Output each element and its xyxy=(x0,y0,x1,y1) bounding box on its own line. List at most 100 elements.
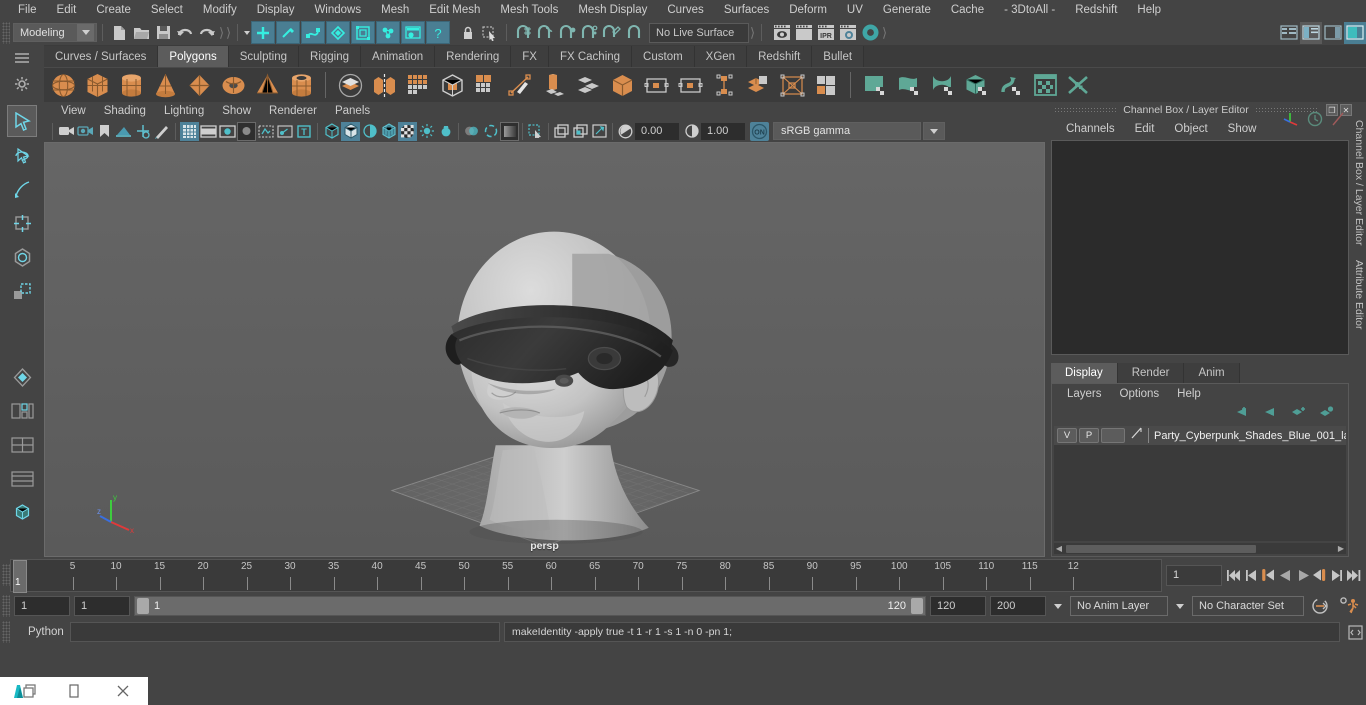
texture-icon[interactable] xyxy=(398,122,417,141)
channel-box-menu-channels[interactable]: Channels xyxy=(1056,118,1125,140)
shelf-tab-bullet[interactable]: Bullet xyxy=(812,46,864,67)
film-gate-icon[interactable] xyxy=(199,122,218,141)
layer-tab-render[interactable]: Render xyxy=(1118,363,1185,383)
quad-draw-icon[interactable] xyxy=(537,68,571,102)
layer-list-scrollbar[interactable]: ◀ ▶ xyxy=(1054,543,1346,554)
viewport-menu-renderer[interactable]: Renderer xyxy=(260,102,326,120)
poly-sphere-icon[interactable] xyxy=(46,68,80,102)
anim-layer-selector[interactable]: No Anim Layer xyxy=(1070,596,1168,616)
collapse-handle-2[interactable]: ⟩ xyxy=(225,24,232,42)
extrude-icon[interactable] xyxy=(571,68,605,102)
menu-help[interactable]: Help xyxy=(1127,0,1171,20)
go-to-end-icon[interactable] xyxy=(1345,565,1362,585)
move-layer-down-icon[interactable] xyxy=(1262,405,1278,423)
scroll-left-icon[interactable]: ◀ xyxy=(1054,544,1064,554)
sculpt-cube-icon[interactable] xyxy=(960,68,994,102)
new-layer-from-selected-icon[interactable] xyxy=(1318,405,1334,423)
maya-app-icon[interactable] xyxy=(0,677,49,705)
channel-box-content[interactable] xyxy=(1051,140,1349,355)
poly-cylinder-icon[interactable] xyxy=(114,68,148,102)
menu-file[interactable]: File xyxy=(8,0,47,20)
single-perspective-layout[interactable] xyxy=(7,395,37,427)
axis-indicator-icon[interactable] xyxy=(1283,110,1300,132)
animation-start-field[interactable]: 1 xyxy=(14,596,70,616)
new-layer-icon[interactable] xyxy=(1290,405,1306,423)
shelf-tab-xgen[interactable]: XGen xyxy=(695,46,747,67)
toggle-attribute-editor-icon[interactable] xyxy=(1278,22,1300,44)
menu-surfaces[interactable]: Surfaces xyxy=(714,0,779,20)
shelf-tab-rendering[interactable]: Rendering xyxy=(435,46,511,67)
move-tool[interactable] xyxy=(7,207,37,239)
menu-edit-mesh[interactable]: Edit Mesh xyxy=(419,0,490,20)
xray-joints-icon[interactable] xyxy=(275,122,294,141)
uv-editor-icon[interactable] xyxy=(1028,68,1062,102)
poly-torus-icon[interactable] xyxy=(216,68,250,102)
statusline-grip[interactable] xyxy=(2,22,10,44)
hypershade-icon[interactable] xyxy=(859,22,881,44)
side-tab-channel-box[interactable]: Channel Box / Layer Editor xyxy=(1353,120,1365,246)
range-end-handle[interactable] xyxy=(911,598,923,614)
menu-uv[interactable]: UV xyxy=(837,0,873,20)
scroll-thumb[interactable] xyxy=(1066,545,1256,553)
select-lattice-icon[interactable] xyxy=(351,21,375,44)
smooth-shading-icon[interactable] xyxy=(341,122,360,141)
lock-selection-icon[interactable] xyxy=(457,22,479,44)
isolate-select-icon[interactable] xyxy=(526,122,545,141)
grid-toggle-icon[interactable] xyxy=(180,122,199,141)
menu-windows[interactable]: Windows xyxy=(304,0,371,20)
connect-icon[interactable] xyxy=(775,68,809,102)
maximize-icon[interactable] xyxy=(49,677,98,705)
chevron-down-icon[interactable] xyxy=(77,24,94,41)
gear-icon[interactable] xyxy=(12,74,32,94)
layer-shading-icon[interactable] xyxy=(1130,426,1143,445)
append-icon[interactable] xyxy=(673,68,707,102)
playback-end-field[interactable]: 120 xyxy=(930,596,986,616)
new-scene-icon[interactable] xyxy=(108,22,130,44)
boolean-icon[interactable] xyxy=(469,68,503,102)
menuset-selector[interactable]: Modeling xyxy=(13,23,97,42)
auto-keyframe-icon[interactable] xyxy=(1308,595,1332,617)
snap-view-plane-icon[interactable] xyxy=(600,22,622,44)
save-scene-icon[interactable] xyxy=(152,22,174,44)
use-all-lights-icon[interactable] xyxy=(436,122,455,141)
layer-menu-options[interactable]: Options xyxy=(1111,384,1169,404)
channel-box-menu-show[interactable]: Show xyxy=(1218,118,1267,140)
bevel-icon[interactable] xyxy=(605,68,639,102)
ao-icon[interactable] xyxy=(481,122,500,141)
four-view-layout[interactable] xyxy=(7,429,37,461)
bookmark-icon[interactable] xyxy=(95,122,114,141)
menu-mesh[interactable]: Mesh xyxy=(371,0,419,20)
select-by-object-type-icon[interactable] xyxy=(276,21,300,44)
undo-icon[interactable] xyxy=(174,22,196,44)
lighting-icon[interactable] xyxy=(417,122,436,141)
menu-mesh-display[interactable]: Mesh Display xyxy=(568,0,657,20)
shelf-tab-polygons[interactable]: Polygons xyxy=(158,46,228,67)
step-back-frame-icon[interactable] xyxy=(1260,565,1277,585)
layer-list[interactable]: V P Party_Cyberpunk_Shades_Blue_001_la xyxy=(1054,426,1346,541)
select-misc-icon[interactable]: ? xyxy=(426,21,450,44)
open-scene-icon[interactable] xyxy=(130,22,152,44)
color-management-toggle-icon[interactable]: ON xyxy=(750,122,769,141)
twod-pan-zoom-icon[interactable] xyxy=(133,122,152,141)
slash-icon[interactable] xyxy=(1330,111,1346,132)
shadows-icon[interactable] xyxy=(462,122,481,141)
poly-cone-icon[interactable] xyxy=(148,68,182,102)
gamma-field[interactable]: 1.00 xyxy=(701,123,745,140)
combine-icon[interactable] xyxy=(333,68,367,102)
layer-playback-toggle[interactable]: P xyxy=(1079,428,1099,443)
select-by-component-icon[interactable] xyxy=(301,21,325,44)
poly-plane-icon[interactable] xyxy=(182,68,216,102)
layer-row[interactable]: V P Party_Cyberpunk_Shades_Blue_001_la xyxy=(1054,426,1346,445)
command-language-label[interactable]: Python xyxy=(14,626,66,638)
uv-unfold-icon[interactable] xyxy=(1062,68,1096,102)
flat-shading-icon[interactable] xyxy=(360,122,379,141)
play-forwards-icon[interactable] xyxy=(1294,565,1311,585)
step-forward-keyframe-icon[interactable] xyxy=(1328,565,1345,585)
exposure-icon[interactable] xyxy=(616,122,635,141)
menu-cache[interactable]: Cache xyxy=(941,0,994,20)
lasso-select-tool[interactable] xyxy=(7,139,37,171)
redo-icon[interactable] xyxy=(196,22,218,44)
collapse-handle-3[interactable]: ⟩ xyxy=(749,24,756,42)
layer-tab-anim[interactable]: Anim xyxy=(1184,363,1239,383)
render-view-icon[interactable] xyxy=(771,22,793,44)
